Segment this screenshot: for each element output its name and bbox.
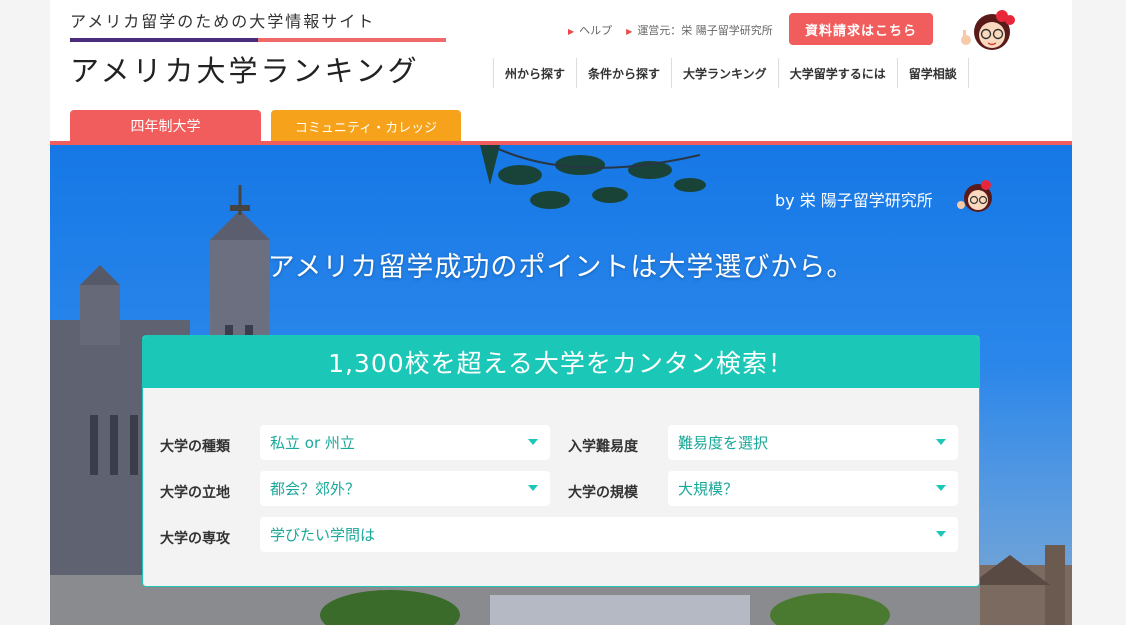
chevron-down-icon xyxy=(936,531,946,537)
logo-underline xyxy=(70,38,446,42)
top-links: ▶ ヘルプ ▶ 運営元：栄 陽子留学研究所 xyxy=(568,22,773,38)
type-label: 大学の種類 xyxy=(160,439,230,455)
nav-item-by-state[interactable]: 州から探す xyxy=(493,58,576,88)
nav-item-ranking[interactable]: 大学ランキング xyxy=(671,58,778,88)
location-label: 大学の立地 xyxy=(160,485,230,501)
mascot-face-icon xyxy=(957,180,992,212)
logo-subtitle: アメリカ留学のための大学情報サイト xyxy=(70,12,376,31)
operator-link[interactable]: ▶ 運営元：栄 陽子留学研究所 xyxy=(626,22,773,38)
school-type-tabs: 四年制大学 コミュニティ・カレッジ xyxy=(70,110,461,142)
arrow-right-icon: ▶ xyxy=(568,27,575,36)
main-nav: 州から探す 条件から探す 大学ランキング 大学留学するには 留学相談 xyxy=(493,58,969,88)
mascot-icon xyxy=(961,10,1015,50)
tab-community-college[interactable]: コミュニティ・カレッジ xyxy=(271,110,461,142)
major-select[interactable]: 学びたい学問は xyxy=(260,517,958,552)
search-panel-title: 1,300校を超える大学をカンタン検索！ xyxy=(143,336,979,388)
university-search-panel: 1,300校を超える大学をカンタン検索！ 大学の種類 私立 or 州立 入学難易… xyxy=(142,335,980,587)
difficulty-select[interactable]: 難易度を選択 xyxy=(668,425,958,460)
arrow-right-icon: ▶ xyxy=(626,27,633,36)
hero-byline: by 栄 陽子留学研究所 xyxy=(775,191,933,210)
hero-banner: by 栄 陽子留学研究所 アメリカ留学成功のポイントは大学選びから。 1,300… xyxy=(50,145,1072,625)
tab-four-year-university[interactable]: 四年制大学 xyxy=(70,110,261,142)
request-info-button[interactable]: 資料請求はこちら xyxy=(789,13,933,45)
chevron-down-icon xyxy=(528,439,538,445)
nav-item-how-to-study[interactable]: 大学留学するには xyxy=(777,58,897,88)
major-label: 大学の専攻 xyxy=(160,531,230,547)
nav-item-by-condition[interactable]: 条件から探す xyxy=(576,58,671,88)
site-logo[interactable]: アメリカ留学のための大学情報サイト アメリカ大学ランキング xyxy=(70,8,450,90)
help-link[interactable]: ▶ ヘルプ xyxy=(568,22,612,38)
chevron-down-icon xyxy=(936,485,946,491)
size-select[interactable]: 大規模？ xyxy=(668,471,958,506)
chevron-down-icon xyxy=(936,439,946,445)
type-select[interactable]: 私立 or 州立 xyxy=(260,425,550,460)
nav-item-consultation[interactable]: 留学相談 xyxy=(896,58,969,88)
size-label: 大学の規模 xyxy=(568,485,638,501)
page: アメリカ留学のための大学情報サイト アメリカ大学ランキング ▶ ヘルプ ▶ 運営元：… xyxy=(50,0,1072,625)
logo-title: アメリカ大学ランキング xyxy=(70,54,420,88)
hero-tagline: アメリカ留学成功のポイントは大学選びから。 xyxy=(267,252,855,283)
difficulty-label: 入学難易度 xyxy=(568,439,638,455)
location-select[interactable]: 都会？郊外？ xyxy=(260,471,550,506)
chevron-down-icon xyxy=(528,485,538,491)
